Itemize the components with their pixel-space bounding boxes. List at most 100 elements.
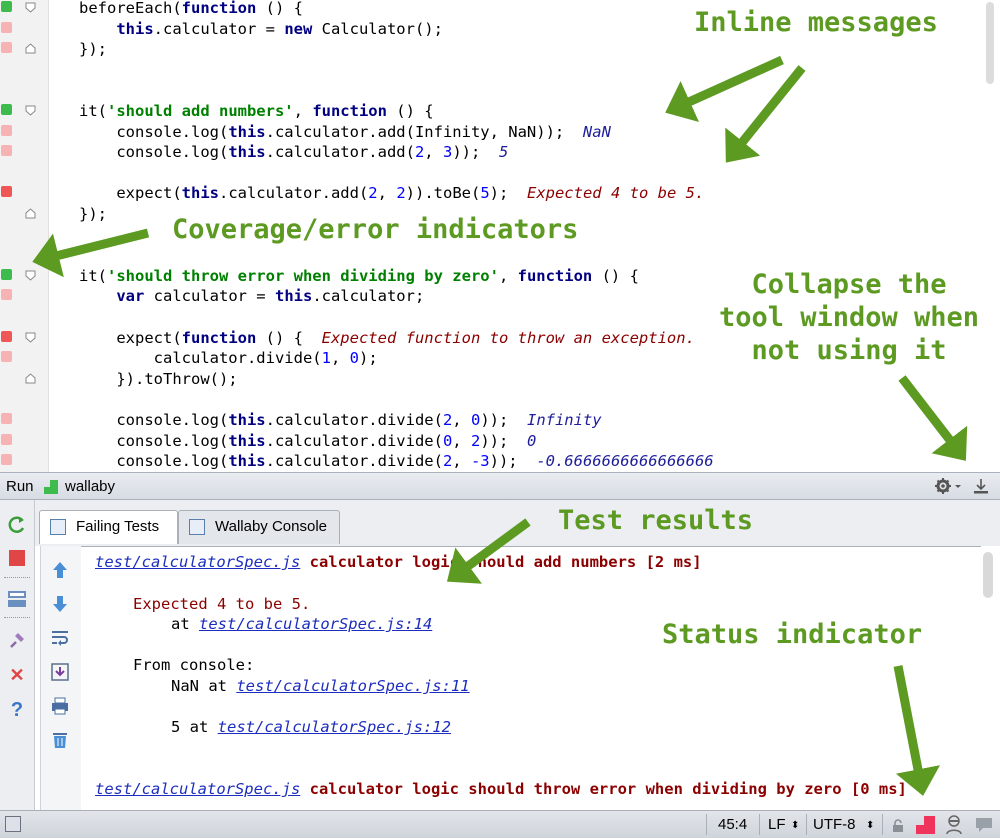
coverage-indicator-pink[interactable] [1,21,12,33]
coverage-indicator-pink[interactable] [1,413,12,424]
code-line[interactable]: }).toThrow(); [79,369,237,389]
settings-gear-icon[interactable] [934,477,962,499]
trash-icon[interactable] [50,730,70,750]
code-token: 5 [480,184,490,203]
coverage-indicator-pink[interactable] [1,433,12,445]
test-file-link[interactable]: test/calculatorSpec.js [95,780,300,798]
code-line[interactable]: console.log(this.calculator.divide(2, 0)… [79,410,601,430]
coverage-indicator-green[interactable] [1,104,12,115]
code-token: this [274,287,313,306]
code-token: , [498,266,518,285]
coverage-indicator-red[interactable] [1,186,12,198]
tab-failing-tests[interactable]: Failing Tests [39,510,178,544]
fold-marker-icon[interactable] [25,2,36,13]
code-line[interactable]: console.log(this.calculator.divide(0, 2)… [79,431,536,451]
error-location-link[interactable]: test/calculatorSpec.js:14 [199,615,432,633]
code-line[interactable]: it('should add numbers', function () { [79,101,434,121]
fold-marker-icon[interactable] [25,332,36,343]
code-token: this [116,19,154,38]
console-log-line: NaN at test/calculatorSpec.js:11 [171,676,470,696]
at-prefix: at [171,615,199,633]
lock-icon[interactable] [891,819,905,837]
fold-marker-icon[interactable] [25,373,36,384]
fold-marker-icon[interactable] [25,270,36,281]
soft-wrap-icon[interactable] [50,628,70,648]
code-token: )); [480,411,527,429]
coverage-indicator-pink[interactable] [1,289,12,301]
error-stack-line: at test/calculatorSpec.js:14 [171,614,432,634]
annotation-status-indicator: Status indicator [662,619,923,650]
scroll-to-end-icon[interactable] [50,662,70,682]
rerun-icon[interactable] [7,515,27,535]
code-line[interactable]: it('should throw error when dividing by … [79,266,639,286]
code-token: 0 [442,431,453,450]
code-token: , [377,184,397,203]
console-log-line: 5 at test/calculatorSpec.js:12 [171,717,451,737]
layout-icon[interactable] [7,589,27,609]
coverage-indicator-green[interactable] [1,268,12,280]
annotation-test-results: Test results [558,505,754,536]
code-token: expect( [79,328,182,347]
arrow-down-icon[interactable] [50,594,70,614]
file-encoding[interactable]: UTF-8 [813,816,856,833]
wallaby-status-icon[interactable] [916,816,936,838]
code-line[interactable]: calculator.divide(1, 0); [79,348,378,368]
close-icon[interactable]: ✕ [7,665,27,685]
wallaby-icon [44,480,58,494]
coverage-indicator-pink[interactable] [1,454,12,466]
annotation-inline-messages: Inline messages [694,7,938,38]
code-line[interactable]: beforeEach(function () { [79,0,303,18]
code-token: 2 [414,143,425,162]
coverage-indicator-green[interactable] [1,1,12,12]
status-divider [806,814,807,835]
coverage-indicator-red[interactable] [1,330,12,342]
console-location-link[interactable]: test/calculatorSpec.js:12 [218,718,451,736]
print-icon[interactable] [50,696,70,716]
editor-scrollbar[interactable] [986,2,994,84]
test-results-panel[interactable]: test/calculatorSpec.js calculator logic … [81,546,981,811]
fold-marker-icon[interactable] [25,208,36,219]
tool-windows-icon[interactable] [5,816,21,832]
code-line[interactable]: console.log(this.calculator.divide(2, -3… [79,451,713,471]
status-bar: 45:4 LF ⬍ UTF-8 ⬍ [0,810,1000,838]
code-line[interactable]: console.log(this.calculator.add(Infinity… [79,122,611,142]
test-file-link[interactable]: test/calculatorSpec.js [95,553,300,571]
cursor-position[interactable]: 45:4 [718,816,747,833]
console-location-link[interactable]: test/calculatorSpec.js:11 [236,677,469,695]
code-token: () { [256,0,303,17]
code-token: )); [489,452,537,471]
fold-marker-icon[interactable] [25,105,36,116]
results-scrollbar[interactable] [983,552,993,598]
code-line[interactable]: expect(this.calculator.add(2, 2)).toBe(5… [79,183,704,203]
hide-tool-window-icon[interactable] [972,477,990,499]
coverage-indicator-pink[interactable] [1,124,12,136]
code-token: NaN [582,122,611,141]
coverage-indicator-pink[interactable] [1,351,12,363]
line-separator[interactable]: LF [768,816,786,833]
code-line[interactable]: console.log(this.calculator.add(2, 3)); … [79,142,508,162]
code-line[interactable]: expect(function () { Expected function t… [79,328,695,348]
run-label: Run [6,478,34,495]
code-line[interactable]: var calculator = this.calculator; [79,286,424,306]
console-header: From console: [133,656,255,674]
code-token: it( [79,102,107,120]
code-line[interactable]: this.calculator = new Calculator(); [79,19,443,39]
code-line[interactable]: }); [79,39,107,59]
code-line[interactable]: }); [79,204,107,224]
help-icon[interactable]: ? [7,700,27,720]
code-token: beforeEach( [79,0,182,17]
stop-icon[interactable] [7,548,27,568]
code-token: 0 [470,411,481,429]
pin-icon[interactable] [7,630,27,650]
tab-failing-tests-label: Failing Tests [76,518,160,535]
code-token: )); [452,143,499,162]
inspector-icon[interactable] [945,815,963,839]
code-token: var [116,287,145,306]
fold-marker-icon[interactable] [25,43,36,54]
arrow-up-icon[interactable] [50,560,70,580]
tab-wallaby-console[interactable]: Wallaby Console [178,510,340,544]
event-log-icon[interactable] [975,817,993,837]
tool-window-header: Run wallaby [0,472,1000,500]
coverage-indicator-pink[interactable] [1,42,12,54]
coverage-indicator-pink[interactable] [1,145,12,157]
